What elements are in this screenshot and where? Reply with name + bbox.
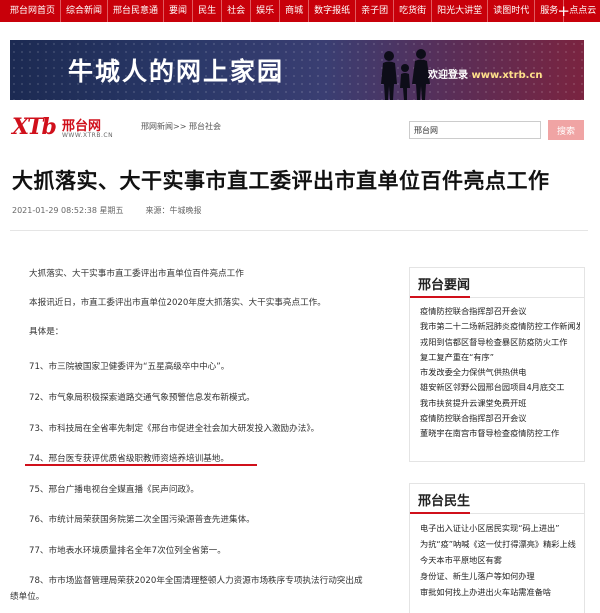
site-banner[interactable]: 牛城人的网上家园 欢迎登录 www.xtrb.cn xyxy=(10,40,584,100)
heading-accent-bar xyxy=(410,296,470,298)
article-paragraph: 77、市地表水环境质量排名全年7次位列全省第一。 xyxy=(29,546,226,556)
nav-item[interactable]: 亲子团 xyxy=(356,0,395,22)
sidebar-livelihood: 邢台民生 电子出入证让小区居民实现“码上进出” 为抗“疫”呐喊《这一仗打得漂亮》… xyxy=(409,483,585,613)
sidebar-news-item[interactable]: 董晓宇在南宫市督导检查疫情防控工作 xyxy=(420,426,580,441)
article-date: 2021-01-29 08:52:38 星期五 xyxy=(12,206,124,215)
sidebar-news-heading: 邢台要闻 xyxy=(418,278,471,293)
nav-item[interactable]: 综合新闻 xyxy=(61,0,109,22)
sidebar-news-header: 邢台要闻 xyxy=(410,268,584,298)
sidebar-life-item[interactable]: 今天本市平原地区有雾 xyxy=(420,552,580,568)
highlight-underline xyxy=(25,464,257,466)
sidebar-news-item[interactable]: 戎阳到信都区督导检查暴区防疫防火工作 xyxy=(420,335,580,350)
nav-item[interactable]: 阳光大讲堂 xyxy=(432,0,489,22)
article-paragraph: 71、市三院被国家卫健委评为“五星高级卒中中心”。 xyxy=(29,362,230,372)
sidebar-life-header: 邢台民生 xyxy=(410,484,584,514)
breadcrumb-separator: >> xyxy=(173,122,189,131)
article-paragraph: 大抓落实、大干实事市直工委评出市直单位百件亮点工作 xyxy=(29,269,244,279)
top-nav-items: 邢台网首页 综合新闻 邢台民意通 要闻 民生 社会 娱乐 商城 数字报纸 亲子团 吃货街 阳光大讲堂读… xyxy=(0,0,600,22)
banner-login-cta[interactable]: 欢迎登录 www.xtrb.cn xyxy=(428,66,543,81)
logo-mark: XTb xyxy=(12,114,57,140)
article-paragraph: 75、邢台广播电视台全媒直播《民声问政》。 xyxy=(29,485,199,495)
heading-accent-bar xyxy=(410,512,470,514)
breadcrumb: 邢网新闻>> 邢台社会 xyxy=(141,121,221,132)
article-meta: 2021-01-29 08:52:38 星期五 来源：牛城晚报 xyxy=(12,205,202,216)
sidebar-top-news: 邢台要闻 疫情防控联合指挥部召开会议 我市第二十二场新冠肺炎疫情防控工作新闻发布… xyxy=(409,267,585,462)
banner-slogan: 牛城人的网上家园 xyxy=(68,57,285,86)
article-source: 来源：牛城晚报 xyxy=(145,206,202,215)
sidebar-life-list: 电子出入证让小区居民实现“码上进出” 为抗“疫”呐喊《这一仗打得漂亮》精彩上线 … xyxy=(410,514,584,600)
sidebar-news-item[interactable]: 疫情防控联合指挥部召开会议 xyxy=(420,304,580,319)
sidebar-news-item[interactable]: 雄安新区邻野公园邢台园项目4月底交工 xyxy=(420,380,580,395)
sidebar-news-item[interactable]: 疫情防控联合指挥部召开会议 xyxy=(420,411,580,426)
sidebar-life-heading: 邢台民生 xyxy=(418,494,471,509)
nav-item[interactable]: 商城 xyxy=(280,0,310,22)
nav-item[interactable]: 娱乐 xyxy=(251,0,281,22)
sidebar-news-list: 疫情防控联合指挥部召开会议 我市第二十二场新冠肺炎疫情防控工作新闻发布会召开 戎… xyxy=(410,298,584,442)
breadcrumb-society-link[interactable]: 邢台社会 xyxy=(189,122,221,131)
article-paragraph: 绩单位。 xyxy=(10,592,45,602)
top-nav-bar: 邢台网首页 综合新闻 邢台民意通 要闻 民生 社会 娱乐 商城 数字报纸 亲子团 吃货街 阳光大讲堂读… xyxy=(0,0,600,22)
article-paragraph: 73、市科技局在全省率先制定《邢台市促进全社会加大研发投入激励办法》。 xyxy=(29,424,320,434)
nav-item[interactable]: 社会 xyxy=(222,0,252,22)
sidebar-news-item[interactable]: 我市扶贫提升云课堂免费开班 xyxy=(420,396,580,411)
nav-item[interactable]: 数字报纸 xyxy=(309,0,357,22)
sidebar-life-item[interactable]: 身份证、新生儿落户等如何办理 xyxy=(420,568,580,584)
article-body: 大抓落实、大干实事市直工委评出市直单位百件亮点工作 本报讯近日，市直工委评出市直… xyxy=(10,250,390,613)
article-title: 大抓落实、大干实事市直工委评出市直单位百件亮点工作 xyxy=(12,169,550,193)
nav-item[interactable]: 邢台网首页 xyxy=(0,0,62,22)
article-paragraph: 78、市市场监督管理局荣获2020年全国清理整顿人力资源市场秩序专项执法行动突出… xyxy=(29,576,363,586)
banner-cta-prefix: 欢迎登录 xyxy=(428,70,472,81)
nav-item[interactable]: 民生 xyxy=(193,0,223,22)
search-button[interactable]: 搜索 xyxy=(548,120,584,140)
site-logo[interactable]: XTb 邢台网 WWW.XTRB.CN xyxy=(12,112,114,142)
more-plus-icon[interactable]: + xyxy=(557,0,570,22)
sidebar-news-item[interactable]: 复工复产重在“有序” xyxy=(420,350,580,365)
article-paragraph: 具体是： xyxy=(29,327,64,337)
nav-item[interactable]: 要闻 xyxy=(164,0,194,22)
article-paragraph: 76、市统计局荣获国务院第二次全国污染源普查先进集体。 xyxy=(29,515,255,525)
sidebar-news-item[interactable]: 市发改委全力保供气供热供电 xyxy=(420,365,580,380)
nav-item[interactable]: 读图时代 xyxy=(488,0,536,22)
article-paragraph: 本报讯近日，市直工委评出市直单位2020年度大抓落实、大干实事亮点工作。 xyxy=(29,298,326,308)
sidebar-news-item[interactable]: 我市第二十二场新冠肺炎疫情防控工作新闻发布会召开 xyxy=(420,319,580,334)
sidebar-life-item[interactable]: 电子出入证让小区居民实现“码上进出” xyxy=(420,520,580,536)
header-divider xyxy=(10,230,588,231)
breadcrumb-news-link[interactable]: 邢网新闻 xyxy=(141,122,173,131)
article-paragraph-highlighted: 74、邢台医专获评优质省级职教师资培养培训基地。 xyxy=(29,454,229,464)
nav-item[interactable]: 邢台民意通 xyxy=(108,0,165,22)
search-input[interactable] xyxy=(409,121,541,139)
banner-cta-url: www.xtrb.cn xyxy=(471,70,543,81)
article-paragraph: 72、市气象局积极探索道路交通气象预警信息发布新模式。 xyxy=(29,393,255,403)
sidebar-life-item[interactable]: 为抗“疫”呐喊《这一仗打得漂亮》精彩上线 xyxy=(420,536,580,552)
sidebar-life-item[interactable]: 审批如何找上办进出火车站需准备啥 xyxy=(420,584,580,600)
nav-item[interactable]: 吃货街 xyxy=(394,0,433,22)
logo-domain: WWW.XTRB.CN xyxy=(62,132,114,139)
